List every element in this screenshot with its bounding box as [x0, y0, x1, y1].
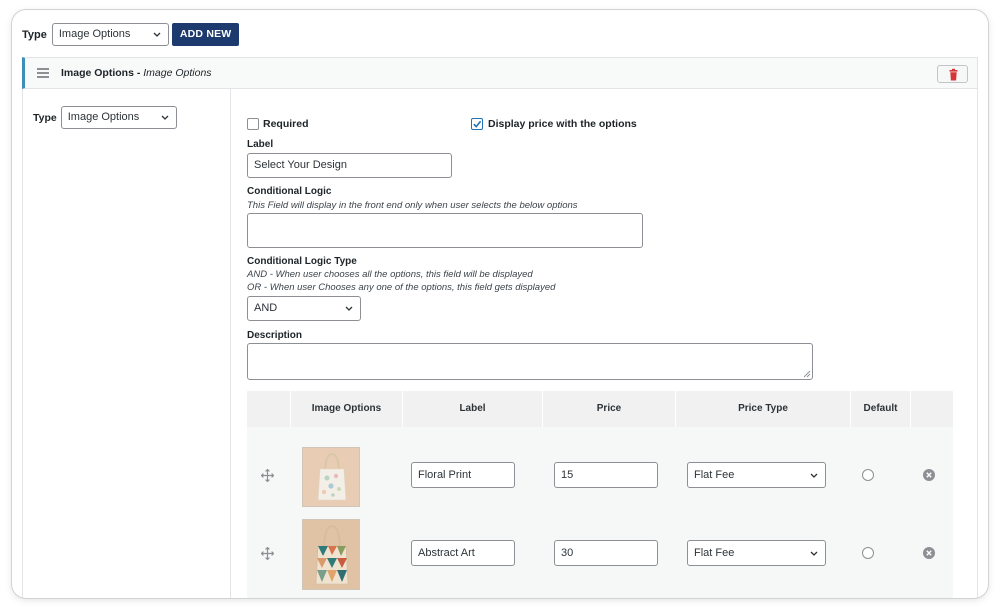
- field-sidebar: Type Image Options: [23, 89, 231, 598]
- conditional-logic-heading: Conditional Logic: [247, 186, 332, 197]
- type-select-value: Image Options: [58, 28, 131, 40]
- chevron-down-icon: [153, 32, 161, 37]
- table-row: Floral Print 15 Flat Fee: [247, 439, 953, 511]
- remove-circle-icon[interactable]: [923, 547, 935, 559]
- chevron-down-icon: [161, 115, 169, 120]
- required-option[interactable]: Required: [247, 118, 309, 130]
- option-price-type-select[interactable]: Flat Fee: [687, 540, 826, 566]
- abstract-tote-bag-image[interactable]: [302, 519, 360, 590]
- move-icon[interactable]: [261, 469, 274, 482]
- chevron-down-icon: [810, 551, 818, 556]
- header-default: Default: [851, 391, 911, 427]
- conditional-type-note-or: OR - When user Chooses any one of the op…: [247, 282, 556, 293]
- type-select[interactable]: Image Options: [51, 23, 169, 46]
- trash-icon: [949, 68, 958, 81]
- header-price: Price: [543, 391, 676, 427]
- header-drag-column: [247, 391, 291, 427]
- option-label-input[interactable]: Floral Print: [411, 462, 515, 488]
- conditional-type-note-and: AND - When user chooses all the options,…: [247, 269, 533, 280]
- field-body: Type Image Options Required Display pric…: [22, 89, 978, 598]
- table-row: Abstract Art 30 Flat Fee: [247, 517, 953, 590]
- conditional-type-value: AND: [254, 302, 278, 314]
- description-field[interactable]: [247, 343, 813, 380]
- conditional-logic-note: This Field will display in the front end…: [247, 200, 578, 211]
- option-label-input[interactable]: Abstract Art: [411, 540, 515, 566]
- type-toolbar: Type Image Options ADD NEW: [22, 23, 240, 46]
- conditional-logic-type-heading: Conditional Logic Type: [247, 256, 357, 267]
- add-new-button[interactable]: ADD NEW: [171, 23, 240, 46]
- sidebar-type-select[interactable]: Image Options: [60, 106, 177, 129]
- remove-circle-icon[interactable]: [923, 469, 935, 481]
- drag-handle-icon[interactable]: [37, 68, 49, 78]
- description-heading: Description: [247, 330, 303, 341]
- app-window: Type Image Options ADD NEW Image Options…: [12, 10, 988, 598]
- sidebar-type-select-value: Image Options: [67, 111, 140, 123]
- field-title: Image Options - Image Options: [61, 67, 212, 79]
- conditional-logic-field[interactable]: [247, 213, 643, 248]
- display-price-label: Display price with the options: [488, 118, 637, 130]
- required-label: Required: [263, 118, 309, 130]
- option-price-type-value: Flat Fee: [694, 469, 735, 481]
- header-remove-column: [911, 391, 953, 427]
- conditional-type-select[interactable]: AND: [247, 296, 361, 321]
- sidebar-type-label: Type: [33, 111, 57, 124]
- label-input[interactable]: Select Your Design: [247, 153, 452, 178]
- delete-field-button[interactable]: [937, 65, 968, 83]
- header-price-type: Price Type: [676, 391, 851, 427]
- option-price-input[interactable]: 15: [554, 462, 658, 488]
- field-header[interactable]: Image Options - Image Options: [22, 57, 978, 89]
- header-label: Label: [403, 391, 543, 427]
- option-price-type-value: Flat Fee: [694, 547, 735, 559]
- default-radio[interactable]: [862, 547, 874, 559]
- display-price-option[interactable]: Display price with the options: [471, 118, 637, 130]
- field-title-type: Image Options -: [61, 67, 141, 79]
- option-price-type-select[interactable]: Flat Fee: [687, 462, 826, 488]
- header-image-options: Image Options: [291, 391, 403, 427]
- move-icon[interactable]: [261, 547, 274, 560]
- display-price-checkbox[interactable]: [471, 118, 483, 130]
- floral-tote-bag-image[interactable]: [302, 447, 360, 507]
- resize-handle-icon[interactable]: [803, 370, 811, 378]
- default-radio[interactable]: [862, 469, 874, 481]
- chevron-down-icon: [345, 306, 353, 311]
- option-price-input[interactable]: 30: [554, 540, 658, 566]
- type-label: Type: [22, 28, 47, 41]
- chevron-down-icon: [810, 473, 818, 478]
- checkmark-icon: [473, 120, 482, 128]
- required-checkbox[interactable]: [247, 118, 259, 130]
- field-title-label: Image Options: [143, 67, 212, 79]
- label-heading: Label: [247, 139, 274, 150]
- table-header: Image Options Label Price Price Type Def…: [247, 391, 953, 427]
